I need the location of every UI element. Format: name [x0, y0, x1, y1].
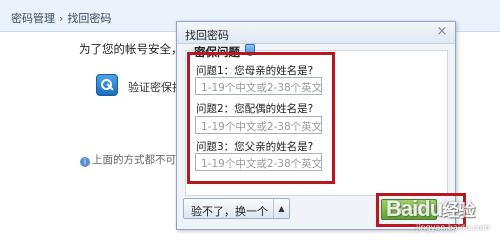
chevron-up-icon[interactable]: ▲ [273, 199, 289, 218]
key-icon [96, 74, 118, 96]
alternative-methods-note: i 上面的方式都不可用 [80, 152, 187, 167]
dialog-titlebar[interactable]: 找回密码 × [177, 22, 455, 44]
switch-method-button[interactable]: 验不了，换一个 ▲ [183, 198, 290, 219]
breadcrumb-separator: › [59, 12, 64, 25]
breadcrumb-item-find-password: 找回密码 [67, 12, 112, 25]
breadcrumb: 密码管理 › 找回密码 [11, 10, 111, 26]
alternative-methods-text: 上面的方式都不可用 [92, 154, 187, 166]
dialog-title: 找回密码 [185, 29, 229, 42]
breadcrumb-item-password-management[interactable]: 密码管理 [11, 12, 55, 25]
verify-security-option[interactable]: 验证密保找 [128, 79, 183, 95]
next-highlight-box [376, 193, 466, 227]
info-icon: i [80, 157, 90, 167]
questions-highlight-box [187, 52, 335, 184]
switch-method-label: 验不了，换一个 [191, 205, 268, 218]
close-icon[interactable]: × [435, 25, 449, 39]
